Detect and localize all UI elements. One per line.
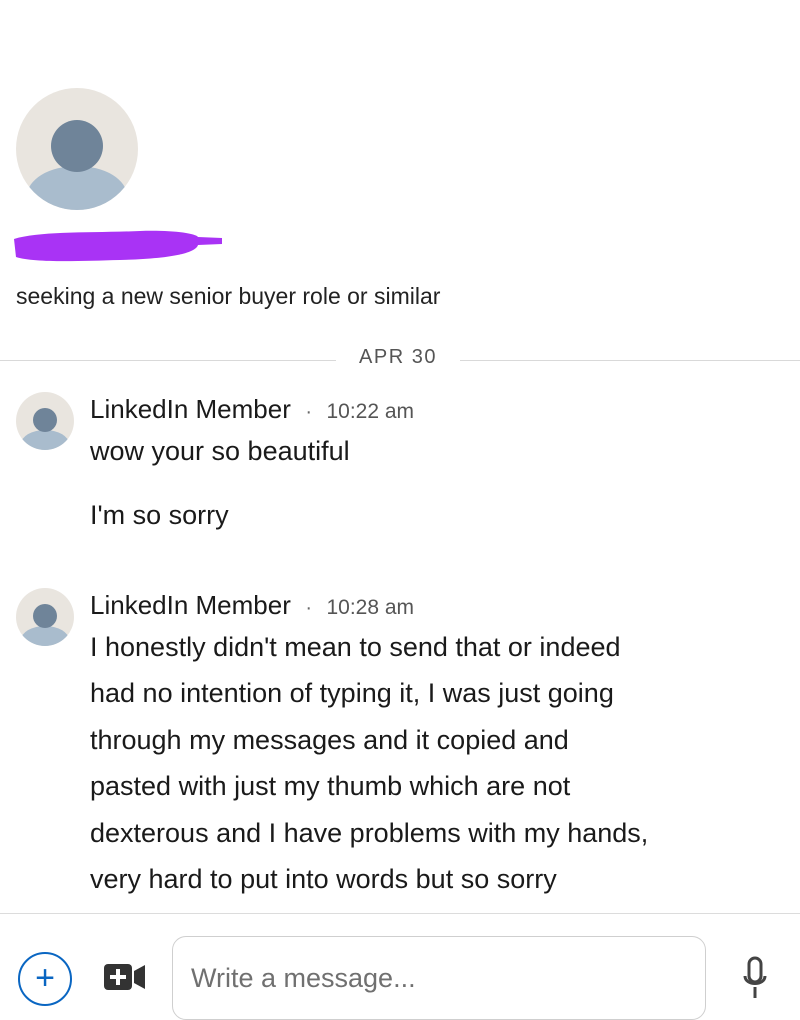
date-divider: APR 30 <box>336 346 460 369</box>
default-avatar-icon <box>21 604 69 646</box>
message-time: 10:28 am <box>326 596 415 619</box>
profile-headline: seeking a new senior buyer role or simil… <box>16 283 441 309</box>
name-redaction <box>10 227 225 272</box>
message-text: through my messages and it copied and <box>90 725 569 755</box>
composer-divider <box>0 913 800 914</box>
sender-name[interactable]: LinkedIn Member <box>90 590 291 620</box>
plus-icon: + <box>35 959 55 997</box>
video-icon[interactable] <box>104 962 146 997</box>
sender-name[interactable]: LinkedIn Member <box>90 394 291 424</box>
default-avatar-icon <box>21 408 69 450</box>
profile-avatar[interactable] <box>16 88 138 210</box>
message-text: had no intention of typing it, I was jus… <box>90 678 614 708</box>
message-time: 10:22 am <box>326 400 415 423</box>
divider-line-left <box>0 360 336 361</box>
message-text: I'm so sorry <box>90 500 229 530</box>
message-header: LinkedIn Member · 10:28 am <box>90 590 414 621</box>
message-text: pasted with just my thumb which are not <box>90 771 571 801</box>
message-text: dexterous and I have problems with my ha… <box>90 818 649 848</box>
separator-dot: · <box>305 401 313 423</box>
separator-dot: · <box>305 597 313 619</box>
message-text: I honestly didn't mean to send that or i… <box>90 632 621 662</box>
default-avatar-icon <box>27 120 127 210</box>
attach-plus-button[interactable]: + <box>18 952 72 1006</box>
message-input-placeholder: Write a message... <box>191 963 416 993</box>
sender-avatar[interactable] <box>16 392 74 450</box>
message-text: wow your so beautiful <box>90 436 350 466</box>
microphone-icon[interactable] <box>742 956 768 1005</box>
message-header: LinkedIn Member · 10:22 am <box>90 394 414 425</box>
message-text: very hard to put into words but so sorry <box>90 864 557 894</box>
divider-line-right <box>460 360 800 361</box>
sender-avatar[interactable] <box>16 588 74 646</box>
